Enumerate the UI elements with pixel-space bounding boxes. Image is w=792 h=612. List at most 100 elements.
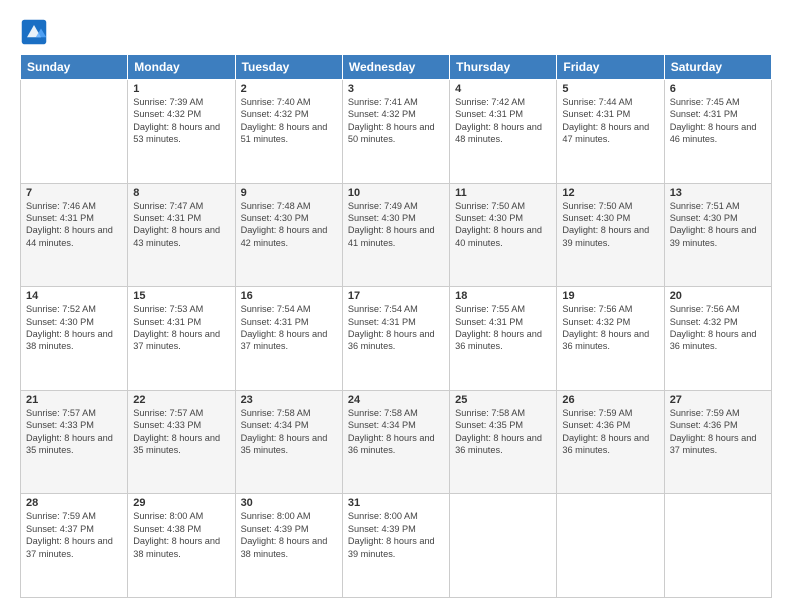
- day-number: 9: [241, 187, 337, 199]
- day-number: 31: [348, 497, 444, 509]
- calendar-cell: 21Sunrise: 7:57 AMSunset: 4:33 PMDayligh…: [21, 390, 128, 494]
- calendar-week-row: 14Sunrise: 7:52 AMSunset: 4:30 PMDayligh…: [21, 287, 772, 391]
- calendar-cell: 1Sunrise: 7:39 AMSunset: 4:32 PMDaylight…: [128, 80, 235, 184]
- day-info: Sunrise: 7:56 AMSunset: 4:32 PMDaylight:…: [670, 303, 766, 353]
- calendar-cell: [664, 494, 771, 598]
- day-number: 4: [455, 83, 551, 95]
- calendar-cell: 17Sunrise: 7:54 AMSunset: 4:31 PMDayligh…: [342, 287, 449, 391]
- calendar-cell: 15Sunrise: 7:53 AMSunset: 4:31 PMDayligh…: [128, 287, 235, 391]
- day-info: Sunrise: 7:42 AMSunset: 4:31 PMDaylight:…: [455, 96, 551, 146]
- calendar-day-header: Thursday: [450, 55, 557, 80]
- calendar-cell: 30Sunrise: 8:00 AMSunset: 4:39 PMDayligh…: [235, 494, 342, 598]
- day-number: 13: [670, 187, 766, 199]
- day-number: 22: [133, 394, 229, 406]
- day-info: Sunrise: 7:49 AMSunset: 4:30 PMDaylight:…: [348, 200, 444, 250]
- calendar-week-row: 28Sunrise: 7:59 AMSunset: 4:37 PMDayligh…: [21, 494, 772, 598]
- page: SundayMondayTuesdayWednesdayThursdayFrid…: [0, 0, 792, 612]
- calendar-cell: 9Sunrise: 7:48 AMSunset: 4:30 PMDaylight…: [235, 183, 342, 287]
- day-info: Sunrise: 8:00 AMSunset: 4:39 PMDaylight:…: [241, 510, 337, 560]
- day-info: Sunrise: 7:57 AMSunset: 4:33 PMDaylight:…: [133, 407, 229, 457]
- header: [20, 18, 772, 46]
- day-number: 14: [26, 290, 122, 302]
- calendar-cell: 7Sunrise: 7:46 AMSunset: 4:31 PMDaylight…: [21, 183, 128, 287]
- day-info: Sunrise: 7:52 AMSunset: 4:30 PMDaylight:…: [26, 303, 122, 353]
- day-info: Sunrise: 7:50 AMSunset: 4:30 PMDaylight:…: [455, 200, 551, 250]
- day-info: Sunrise: 7:58 AMSunset: 4:34 PMDaylight:…: [348, 407, 444, 457]
- calendar-cell: 22Sunrise: 7:57 AMSunset: 4:33 PMDayligh…: [128, 390, 235, 494]
- day-info: Sunrise: 7:48 AMSunset: 4:30 PMDaylight:…: [241, 200, 337, 250]
- day-number: 7: [26, 187, 122, 199]
- day-info: Sunrise: 7:54 AMSunset: 4:31 PMDaylight:…: [241, 303, 337, 353]
- logo: [20, 18, 52, 46]
- day-info: Sunrise: 7:47 AMSunset: 4:31 PMDaylight:…: [133, 200, 229, 250]
- day-number: 2: [241, 83, 337, 95]
- calendar-cell: 28Sunrise: 7:59 AMSunset: 4:37 PMDayligh…: [21, 494, 128, 598]
- calendar-cell: 14Sunrise: 7:52 AMSunset: 4:30 PMDayligh…: [21, 287, 128, 391]
- day-number: 12: [562, 187, 658, 199]
- day-number: 26: [562, 394, 658, 406]
- calendar-cell: 25Sunrise: 7:58 AMSunset: 4:35 PMDayligh…: [450, 390, 557, 494]
- day-info: Sunrise: 7:44 AMSunset: 4:31 PMDaylight:…: [562, 96, 658, 146]
- day-number: 8: [133, 187, 229, 199]
- calendar-day-header: Sunday: [21, 55, 128, 80]
- calendar-cell: 5Sunrise: 7:44 AMSunset: 4:31 PMDaylight…: [557, 80, 664, 184]
- day-number: 1: [133, 83, 229, 95]
- day-info: Sunrise: 7:41 AMSunset: 4:32 PMDaylight:…: [348, 96, 444, 146]
- calendar-table: SundayMondayTuesdayWednesdayThursdayFrid…: [20, 54, 772, 598]
- calendar-cell: 16Sunrise: 7:54 AMSunset: 4:31 PMDayligh…: [235, 287, 342, 391]
- day-number: 27: [670, 394, 766, 406]
- day-info: Sunrise: 7:39 AMSunset: 4:32 PMDaylight:…: [133, 96, 229, 146]
- calendar-day-header: Friday: [557, 55, 664, 80]
- day-number: 19: [562, 290, 658, 302]
- day-number: 23: [241, 394, 337, 406]
- calendar-cell: 24Sunrise: 7:58 AMSunset: 4:34 PMDayligh…: [342, 390, 449, 494]
- calendar-cell: 2Sunrise: 7:40 AMSunset: 4:32 PMDaylight…: [235, 80, 342, 184]
- calendar-cell: [21, 80, 128, 184]
- day-number: 24: [348, 394, 444, 406]
- calendar-week-row: 21Sunrise: 7:57 AMSunset: 4:33 PMDayligh…: [21, 390, 772, 494]
- calendar-day-header: Wednesday: [342, 55, 449, 80]
- day-number: 16: [241, 290, 337, 302]
- day-info: Sunrise: 7:50 AMSunset: 4:30 PMDaylight:…: [562, 200, 658, 250]
- day-number: 15: [133, 290, 229, 302]
- day-info: Sunrise: 7:51 AMSunset: 4:30 PMDaylight:…: [670, 200, 766, 250]
- day-number: 10: [348, 187, 444, 199]
- day-info: Sunrise: 7:55 AMSunset: 4:31 PMDaylight:…: [455, 303, 551, 353]
- calendar-cell: 11Sunrise: 7:50 AMSunset: 4:30 PMDayligh…: [450, 183, 557, 287]
- day-number: 25: [455, 394, 551, 406]
- day-info: Sunrise: 8:00 AMSunset: 4:38 PMDaylight:…: [133, 510, 229, 560]
- calendar-day-header: Tuesday: [235, 55, 342, 80]
- day-number: 29: [133, 497, 229, 509]
- calendar-header-row: SundayMondayTuesdayWednesdayThursdayFrid…: [21, 55, 772, 80]
- calendar-cell: 4Sunrise: 7:42 AMSunset: 4:31 PMDaylight…: [450, 80, 557, 184]
- calendar-week-row: 1Sunrise: 7:39 AMSunset: 4:32 PMDaylight…: [21, 80, 772, 184]
- day-number: 28: [26, 497, 122, 509]
- day-info: Sunrise: 7:57 AMSunset: 4:33 PMDaylight:…: [26, 407, 122, 457]
- day-info: Sunrise: 7:58 AMSunset: 4:35 PMDaylight:…: [455, 407, 551, 457]
- calendar-cell: 3Sunrise: 7:41 AMSunset: 4:32 PMDaylight…: [342, 80, 449, 184]
- day-info: Sunrise: 7:46 AMSunset: 4:31 PMDaylight:…: [26, 200, 122, 250]
- calendar-cell: 20Sunrise: 7:56 AMSunset: 4:32 PMDayligh…: [664, 287, 771, 391]
- day-number: 21: [26, 394, 122, 406]
- day-number: 20: [670, 290, 766, 302]
- calendar-cell: 26Sunrise: 7:59 AMSunset: 4:36 PMDayligh…: [557, 390, 664, 494]
- day-number: 17: [348, 290, 444, 302]
- calendar-cell: 31Sunrise: 8:00 AMSunset: 4:39 PMDayligh…: [342, 494, 449, 598]
- calendar-cell: [450, 494, 557, 598]
- calendar-cell: 6Sunrise: 7:45 AMSunset: 4:31 PMDaylight…: [664, 80, 771, 184]
- calendar-cell: 12Sunrise: 7:50 AMSunset: 4:30 PMDayligh…: [557, 183, 664, 287]
- calendar-cell: 8Sunrise: 7:47 AMSunset: 4:31 PMDaylight…: [128, 183, 235, 287]
- calendar-cell: 29Sunrise: 8:00 AMSunset: 4:38 PMDayligh…: [128, 494, 235, 598]
- logo-icon: [20, 18, 48, 46]
- day-info: Sunrise: 7:59 AMSunset: 4:36 PMDaylight:…: [670, 407, 766, 457]
- day-info: Sunrise: 7:40 AMSunset: 4:32 PMDaylight:…: [241, 96, 337, 146]
- day-number: 3: [348, 83, 444, 95]
- day-info: Sunrise: 7:53 AMSunset: 4:31 PMDaylight:…: [133, 303, 229, 353]
- day-info: Sunrise: 7:45 AMSunset: 4:31 PMDaylight:…: [670, 96, 766, 146]
- calendar-cell: 27Sunrise: 7:59 AMSunset: 4:36 PMDayligh…: [664, 390, 771, 494]
- day-info: Sunrise: 8:00 AMSunset: 4:39 PMDaylight:…: [348, 510, 444, 560]
- day-number: 6: [670, 83, 766, 95]
- day-number: 5: [562, 83, 658, 95]
- day-info: Sunrise: 7:58 AMSunset: 4:34 PMDaylight:…: [241, 407, 337, 457]
- day-number: 30: [241, 497, 337, 509]
